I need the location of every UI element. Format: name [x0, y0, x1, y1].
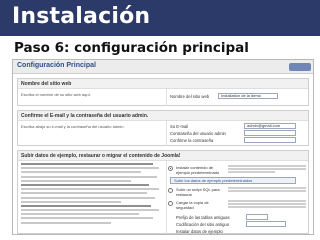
option-migration[interactable]: Cargar la copia de seguridad	[168, 199, 306, 213]
admin-credentials-help: Escriba abajo su e-mail y la contraseña …	[21, 124, 125, 129]
admin-password-field[interactable]	[244, 130, 296, 136]
site-name-heading: Nombre del sitio web	[18, 79, 308, 89]
presentation-slide: Instalación Paso 6: configuración princi…	[0, 0, 320, 240]
confirm-password-label: Confirme la contraseña	[170, 138, 214, 143]
installer-header-title: Configuración Principal	[17, 62, 96, 69]
radio-unselected[interactable]	[168, 201, 173, 206]
old-prefix-field[interactable]	[246, 214, 268, 220]
admin-credentials-heading: Confirme el E-mail y la contraseña del u…	[18, 111, 308, 121]
section-divider	[166, 161, 167, 234]
radio-selected[interactable]	[168, 166, 173, 171]
option-default-sample[interactable]: Instalar contenido de ejemplo predetermi…	[168, 164, 306, 178]
option-description	[228, 165, 306, 175]
site-name-section: Nombre del sitio web Escriba el nombre d…	[17, 78, 309, 106]
email-label: Su E-mail	[170, 124, 189, 129]
install-sample-label: Instalar datos de ejemplo	[176, 229, 223, 234]
title-bar: Instalación	[0, 0, 320, 36]
site-name-help: Escriba el nombre de su sitio web aquí.	[21, 92, 91, 97]
sample-data-section: Subir datos de ejemplo, restaurar o migr…	[17, 150, 309, 234]
option-label: Cargar la copia de seguridad	[176, 200, 209, 210]
email-field[interactable]: admin@gmail.com	[244, 123, 296, 129]
admin-password-label: Contraseña del usuario admin	[170, 131, 226, 136]
option-description	[228, 200, 306, 210]
old-prefix-label: Prefijo de las tablas antiguas	[176, 215, 230, 220]
installer-header: Configuración Principal	[13, 60, 313, 74]
site-name-label: Nombre del sitio web	[170, 94, 210, 99]
section-divider	[166, 121, 167, 146]
radio-unselected[interactable]	[168, 188, 173, 193]
install-sample-button[interactable]: Subir los datos de ejemplo predeterminad…	[170, 177, 296, 184]
slide-title: Instalación	[12, 4, 151, 29]
option-sql-script[interactable]: Subir un script SQL para restaurar	[168, 186, 306, 200]
sample-data-heading: Subir datos de ejemplo, restaurar o migr…	[18, 151, 308, 161]
option-description	[228, 187, 306, 193]
admin-credentials-section: Confirme el E-mail y la contraseña del u…	[17, 110, 309, 146]
sample-data-description	[21, 163, 161, 226]
site-name-field[interactable]: Installation de la demo	[218, 93, 278, 99]
joomla-logo-icon	[289, 63, 311, 71]
old-encoding-label: Codificación del sitio antiguo	[176, 222, 230, 227]
option-label: Subir un script SQL para restaurar	[176, 187, 220, 197]
section-divider	[166, 89, 167, 106]
old-encoding-select[interactable]	[246, 221, 286, 227]
slide-subtitle: Paso 6: configuración principal	[14, 40, 249, 56]
confirm-password-field[interactable]	[244, 137, 296, 143]
option-label: Instalar contenido de ejemplo predetermi…	[176, 165, 220, 175]
installer-screenshot: Configuración Principal Nombre del sitio…	[12, 59, 314, 235]
